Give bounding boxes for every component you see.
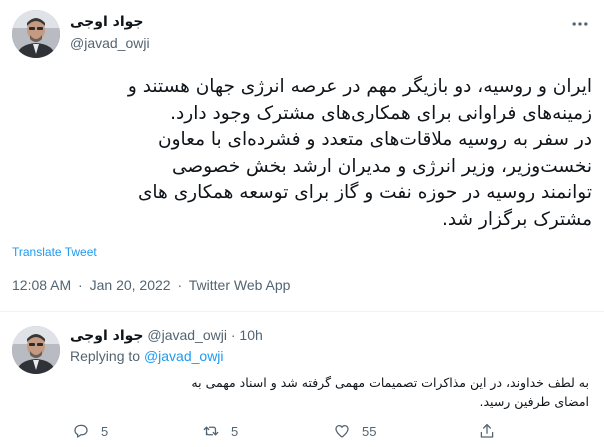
heart-icon <box>335 424 349 438</box>
reply-count: 5 <box>101 423 109 439</box>
replying-to-label: Replying to <box>70 348 141 364</box>
retweet-count: 5 <box>231 423 239 439</box>
meta-separator: · <box>78 277 83 293</box>
more-button[interactable] <box>568 14 592 34</box>
meta-separator: · <box>230 327 236 343</box>
avatar[interactable] <box>12 10 60 58</box>
tweet-metadata: 12:08 AM · Jan 20, 2022 · Twitter Web Ap… <box>12 277 293 293</box>
tweet-actions: 5 5 55 <box>70 420 510 442</box>
display-name[interactable]: جواد اوجی <box>70 12 150 32</box>
display-name[interactable]: جواد اوجی <box>70 328 143 344</box>
retweet-icon <box>203 426 219 436</box>
like-count: 55 <box>362 423 377 439</box>
share-button[interactable] <box>478 420 507 442</box>
more-icon <box>572 22 588 26</box>
translate-tweet-link[interactable]: Translate Tweet <box>12 245 97 259</box>
tweet-source[interactable]: Twitter Web App <box>189 277 291 293</box>
avatar-photo <box>12 10 60 58</box>
replying-to-handle[interactable]: @javad_owji <box>144 348 224 364</box>
retweet-button[interactable]: 5 <box>202 420 238 442</box>
tweet-date[interactable]: Jan 20, 2022 <box>90 277 171 293</box>
tweet-time[interactable]: 12:08 AM <box>12 277 71 293</box>
reply-tweet[interactable]: جواد اوجی @javad_owji · 10h Replying to … <box>0 312 604 447</box>
user-handle[interactable]: @javad_owji <box>70 33 150 53</box>
avatar[interactable] <box>12 326 60 374</box>
replying-to: Replying to @javad_owji <box>70 347 224 365</box>
user-handle[interactable]: @javad_owji <box>147 327 227 343</box>
meta-separator: · <box>177 277 183 293</box>
avatar-photo <box>12 326 60 374</box>
like-button[interactable]: 55 <box>333 420 376 442</box>
share-icon <box>480 423 494 438</box>
main-tweet: جواد اوجی @javad_owji ایران و روسیه، دو … <box>0 0 604 311</box>
reply-button[interactable]: 5 <box>72 420 108 442</box>
reply-header: جواد اوجی @javad_owji · 10h <box>70 326 263 345</box>
tweet-age[interactable]: 10h <box>239 327 262 343</box>
tweet-text: ایران و روسیه، دو بازیگر مهم در عرصه انر… <box>127 76 592 230</box>
reply-icon <box>74 424 88 438</box>
reply-text: به لطف خداوند، در این مذاکرات تصمیمات مه… <box>191 375 589 409</box>
